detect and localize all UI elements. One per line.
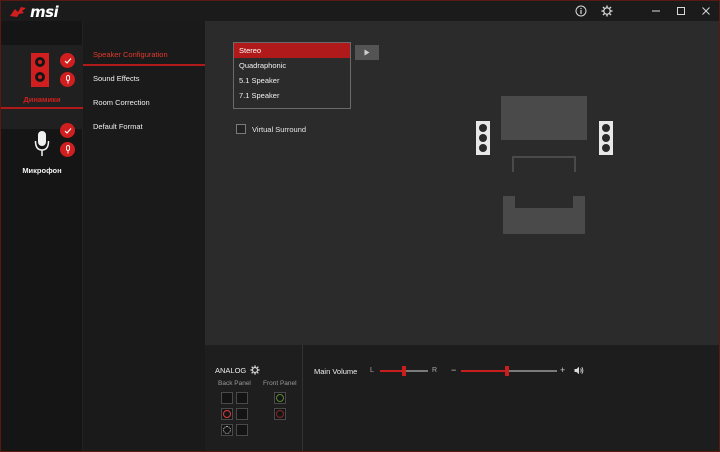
volume-plus-button[interactable]: + [560, 365, 565, 375]
tab-default-format[interactable]: Default Format [83, 115, 205, 139]
back-panel-label: Back Panel [218, 380, 251, 387]
bottom-panel: ANALOG Back Panel Front Panel Main Volum… [205, 345, 719, 451]
play-icon [364, 49, 370, 56]
close-icon[interactable] [698, 3, 714, 19]
brand-name: msi [30, 3, 59, 21]
analog-title: ANALOG [215, 365, 247, 375]
maximize-icon[interactable] [673, 3, 689, 19]
small-microphone-icon [65, 75, 70, 84]
microphone-check-badge [60, 123, 75, 138]
tv-screen-shape [501, 96, 587, 140]
table-shape [512, 156, 576, 172]
checkmark-icon [64, 127, 71, 134]
virtual-surround-option[interactable]: Virtual Surround [236, 124, 306, 134]
front-jack-pink[interactable] [274, 408, 286, 420]
balance-fill [380, 370, 404, 372]
balance-left-label: L [370, 367, 374, 374]
back-jack-black[interactable] [221, 424, 233, 436]
back-jack-1[interactable] [221, 392, 233, 404]
microphone-icon [34, 131, 50, 156]
speakers-mic-badge [60, 72, 75, 87]
config-option-7-1[interactable]: 7.1 Speaker [234, 88, 350, 103]
settings-tabs: Speaker Configuration Sound Effects Room… [83, 21, 205, 451]
config-option-quadraphonic[interactable]: Quadraphonic [234, 58, 350, 73]
speaker-layout-diagram [473, 96, 618, 236]
back-jack-pink[interactable] [221, 408, 233, 420]
back-jack-2[interactable] [236, 392, 248, 404]
volume-speaker-icon[interactable] [574, 366, 584, 375]
title-bar: msi [1, 1, 719, 21]
tab-room-correction[interactable]: Room Correction [83, 91, 205, 115]
device-label-speakers: Динамики [23, 95, 61, 104]
settings-icon[interactable] [599, 3, 615, 19]
balance-right-label: R [432, 367, 438, 374]
info-icon[interactable] [573, 3, 589, 19]
config-option-5-1[interactable]: 5.1 Speaker [234, 73, 350, 88]
volume-slider[interactable] [461, 366, 557, 376]
right-speaker[interactable] [599, 121, 613, 155]
microphone-mic-badge [60, 142, 75, 157]
analog-jack-panel: ANALOG Back Panel Front Panel [205, 345, 303, 451]
volume-minus-button[interactable]: − [451, 365, 456, 375]
small-microphone-icon [65, 145, 70, 154]
msi-logo: msi [9, 3, 59, 21]
device-label-microphone: Микрофон [22, 166, 62, 175]
left-speaker[interactable] [476, 121, 490, 155]
speaker-configuration-panel: Stereo Quadraphonic 5.1 Speaker 7.1 Spea… [205, 21, 719, 345]
tab-active-indicator [83, 64, 205, 66]
device-microphone[interactable]: Микрофон [1, 121, 83, 191]
back-jack-4[interactable] [236, 408, 248, 420]
msi-dragon-icon [10, 7, 26, 17]
config-option-stereo[interactable]: Stereo [234, 43, 350, 58]
msi-audio-window: msi Динамики Микрофон Speaker Configurat… [0, 0, 720, 452]
virtual-surround-checkbox[interactable] [236, 124, 246, 134]
balance-thumb[interactable] [402, 366, 406, 376]
sofa-icon [503, 196, 585, 234]
volume-thumb[interactable] [505, 366, 510, 376]
front-jack-green[interactable] [274, 392, 286, 404]
speaker-icon [31, 53, 49, 87]
volume-fill [461, 370, 508, 372]
virtual-surround-label: Virtual Surround [252, 124, 307, 134]
analog-settings-icon[interactable] [250, 365, 260, 375]
minimize-icon[interactable] [648, 3, 664, 19]
checkmark-icon [64, 57, 71, 64]
tab-sound-effects[interactable]: Sound Effects [83, 67, 205, 91]
back-jack-6[interactable] [236, 424, 248, 436]
analog-header: ANALOG [215, 365, 260, 375]
device-speakers[interactable]: Динамики [1, 45, 83, 129]
speaker-config-list[interactable]: Stereo Quadraphonic 5.1 Speaker 7.1 Spea… [233, 42, 351, 109]
speakers-check-badge [60, 53, 75, 68]
device-active-indicator [1, 107, 83, 109]
test-play-button[interactable] [355, 45, 379, 60]
front-panel-label: Front Panel [263, 380, 297, 387]
balance-slider[interactable] [380, 366, 428, 376]
device-list: Динамики Микрофон [1, 21, 83, 451]
main-volume-label: Main Volume [314, 367, 358, 376]
